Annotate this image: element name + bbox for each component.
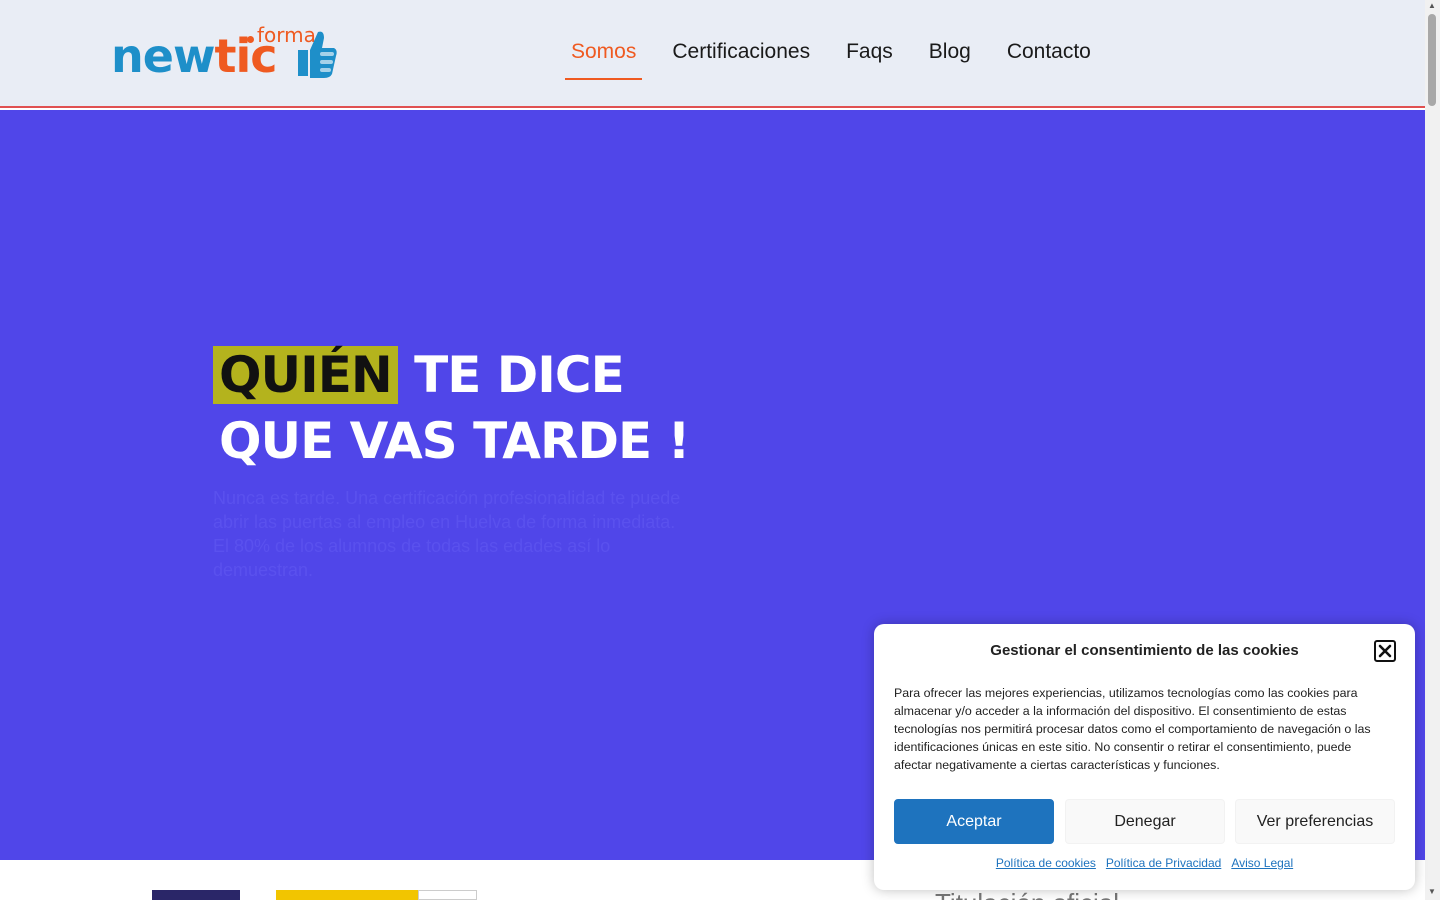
privacy-policy-link[interactable]: Política de Privacidad (1106, 856, 1221, 870)
partner-logo-yellow (276, 890, 418, 900)
cookie-dialog-text: Para ofrecer las mejores experiencias, u… (894, 686, 1371, 772)
nav-item-certificaciones[interactable]: Certificaciones (666, 32, 816, 80)
cookie-consent-dialog: Gestionar el consentimiento de las cooki… (874, 624, 1415, 890)
scrollbar[interactable]: ▲ ▼ (1425, 0, 1440, 900)
view-preferences-button[interactable]: Ver preferencias (1235, 799, 1395, 844)
accept-button[interactable]: Aceptar (894, 799, 1054, 844)
logo-new-text: new (111, 29, 215, 83)
hero-title: QUIÉN TE DICE QUE VAS TARDE ! (213, 342, 690, 474)
scrollbar-thumb[interactable] (1428, 14, 1436, 106)
hero-title-rest: TE DICE (397, 346, 625, 404)
main-nav: Somos Certificaciones Faqs Blog Contacto (565, 32, 1121, 80)
partner-logo-gray (418, 890, 477, 900)
hero-title-line2: QUE VAS TARDE ! (219, 412, 690, 470)
legal-notice-link[interactable]: Aviso Legal (1231, 856, 1293, 870)
cookie-dialog-title: Gestionar el consentimiento de las cooki… (990, 642, 1299, 659)
cookie-policy-links: Política de cookies Política de Privacid… (874, 856, 1415, 870)
cookie-policy-link[interactable]: Política de cookies (996, 856, 1096, 870)
nav-item-blog[interactable]: Blog (923, 32, 977, 80)
logo-wordmark: newtic (111, 28, 277, 84)
hero-description: Nunca es tarde. Una certificación profes… (213, 488, 681, 580)
nav-item-contacto[interactable]: Contacto (1001, 32, 1097, 80)
newtic-forma-logo[interactable]: forma newtic (111, 24, 341, 84)
scroll-up-arrow-icon[interactable]: ▲ (1428, 2, 1436, 10)
deny-button[interactable]: Denegar (1065, 799, 1225, 844)
nav-item-faqs[interactable]: Faqs (840, 32, 899, 80)
site-header: forma newtic Somos Certificaciones Faqs … (0, 0, 1425, 108)
close-icon (1378, 644, 1392, 658)
thumbs-up-icon (298, 31, 337, 79)
nav-item-somos[interactable]: Somos (565, 32, 643, 80)
logo-tic-text: tic (214, 29, 277, 83)
close-button[interactable] (1374, 640, 1396, 662)
scroll-down-arrow-icon[interactable]: ▼ (1428, 888, 1436, 896)
partner-logo-navy (152, 890, 240, 900)
hero-title-highlight: QUIÉN (213, 346, 398, 404)
